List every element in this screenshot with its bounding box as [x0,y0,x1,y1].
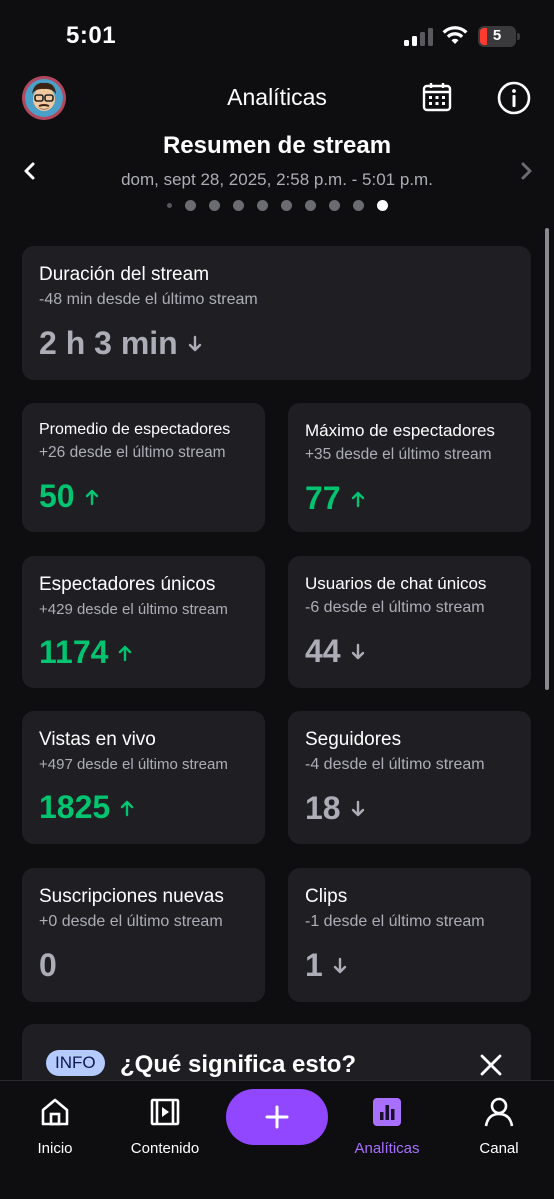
card-value: 1825 [39,789,111,825]
page-dot[interactable] [328,199,340,211]
calendar-icon[interactable] [420,80,454,114]
page-dot-active[interactable] [376,199,388,211]
arrow-down-icon [351,643,364,659]
card-unique-chatters: Usuarios de chat únicos -6 desde el últi… [288,556,531,688]
card-live-views: Vistas en vivo +497 desde el último stre… [22,711,265,844]
card-label: Máximo de espectadores [305,421,495,440]
nav-item-channel[interactable]: Canal [444,1095,554,1157]
card-value: 2 h 3 min [39,325,178,361]
page-indicator[interactable] [0,199,554,211]
card-value: 1174 [39,634,109,670]
card-delta: -4 desde el último stream [305,756,485,773]
card-value-row: 50 [39,478,248,515]
card-value-row: 77 [305,480,514,517]
plus-icon [265,1105,289,1129]
card-label: Suscripciones nuevas [39,886,224,907]
card-delta: -48 min desde el último stream [39,291,258,308]
arrow-up-icon [120,800,134,816]
card-delta: +0 desde el último stream [39,913,223,930]
home-icon [41,1098,69,1126]
nav-label: Contenido [130,1140,200,1157]
nav-label: Inicio [37,1140,73,1157]
card-delta: +497 desde el último stream [39,756,228,773]
card-label: Duración del stream [39,264,210,285]
page-dot[interactable] [232,199,244,211]
page-dot[interactable] [352,199,364,211]
arrow-up-icon [351,491,364,507]
card-followers: Seguidores -4 desde el último stream 18 [288,711,531,844]
info-badge: INFO [46,1050,105,1076]
card-value: 1 [305,947,323,983]
card-stream-duration: Duración del stream -48 min desde el últ… [22,246,531,380]
page-dot[interactable] [256,199,268,211]
card-value-row: 2 h 3 min [39,325,514,362]
nav-item-content[interactable]: Contenido [110,1095,220,1157]
card-label: Clips [305,886,348,907]
card-value: 44 [305,633,341,669]
card-delta: +35 desde el último stream [305,446,492,463]
arrow-up-icon [119,645,132,661]
create-button[interactable] [226,1089,328,1145]
card-value: 0 [39,947,57,983]
scrollbar[interactable] [545,228,549,690]
card-max-viewers: Máximo de espectadores +35 desde el últi… [288,403,531,532]
page-dot[interactable] [166,202,172,208]
card-value-row: 0 [39,947,248,984]
card-new-subscriptions: Suscripciones nuevas +0 desde el último … [22,868,265,1002]
card-label: Promedio de espectadores [39,421,231,438]
nav-label: Canal [479,1140,519,1157]
nav-label: Analíticas [354,1140,420,1157]
nav-item-home[interactable]: Inicio [0,1095,110,1157]
page-dot[interactable] [304,199,316,211]
card-average-viewers: Promedio de espectadores +26 desde el úl… [22,403,265,532]
card-label: Usuarios de chat únicos [305,574,487,593]
status-bar: 5:01 5 [0,0,554,72]
battery-icon: 5 [478,26,520,47]
card-label: Espectadores únicos [39,574,216,595]
card-unique-viewers: Espectadores únicos +429 desde el último… [22,556,265,688]
arrow-down-icon [351,800,364,816]
wifi-icon [442,26,468,44]
user-icon [484,1097,514,1127]
chevron-right-icon[interactable] [516,158,536,184]
bottom-nav: Inicio Contenido Analíticas Canal [0,1080,554,1199]
card-value-row: 1825 [39,789,248,826]
status-time: 5:01 [66,22,117,49]
page-title: Analíticas [227,84,327,110]
video-library-icon [150,1098,180,1126]
cellular-signal-icon [404,28,434,46]
card-value-row: 1174 [39,634,248,671]
close-icon[interactable] [478,1052,504,1078]
arrow-up-icon [85,489,98,505]
card-value-row: 44 [305,633,514,670]
nav-item-analytics[interactable]: Analíticas [332,1095,442,1157]
page-dot[interactable] [208,199,220,211]
battery-level: 5 [492,27,502,44]
card-value-row: 18 [305,790,514,827]
page-dot[interactable] [280,199,292,211]
card-value: 18 [305,790,341,826]
summary-title: Resumen de stream [162,132,392,159]
arrow-down-icon [333,957,346,973]
arrow-down-icon [188,335,201,351]
card-delta: -6 desde el último stream [305,599,485,616]
card-clips: Clips -1 desde el último stream 1 [288,868,531,1002]
card-delta: +429 desde el último stream [39,601,228,618]
card-value-row: 1 [305,947,514,984]
card-delta: +26 desde el último stream [39,444,226,461]
info-icon[interactable] [496,80,532,116]
card-label: Seguidores [305,729,402,750]
page-dot[interactable] [184,199,196,211]
card-label: Vistas en vivo [39,729,156,750]
card-value: 50 [39,478,75,514]
analytics-icon [373,1098,401,1126]
card-value: 77 [305,480,341,516]
card-delta: -1 desde el último stream [305,913,485,930]
summary-date: dom, sept 28, 2025, 2:58 p.m. - 5:01 p.m… [121,170,433,189]
info-title: ¿Qué significa esto? [120,1051,357,1078]
